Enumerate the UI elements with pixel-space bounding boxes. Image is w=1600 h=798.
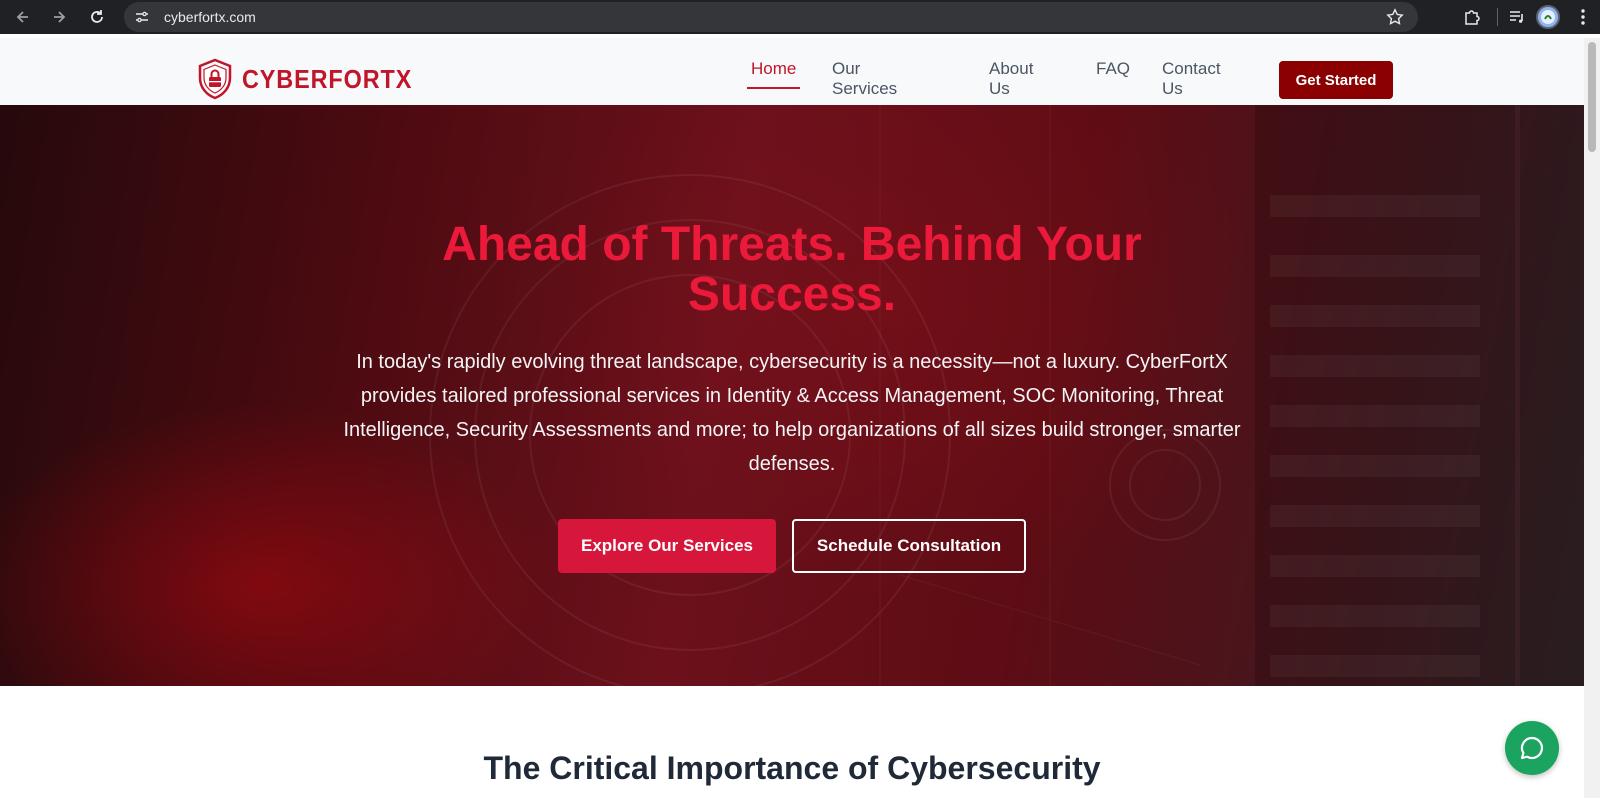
- reload-icon: [91, 10, 103, 23]
- toolbar-actions: [1461, 0, 1600, 34]
- media-button[interactable]: [1506, 6, 1528, 28]
- url-text[interactable]: cyberfortx.com: [164, 9, 256, 25]
- forward-button[interactable]: [48, 6, 70, 28]
- chat-bubble-icon: [1520, 736, 1544, 760]
- schedule-consultation-button[interactable]: Schedule Consultation: [792, 519, 1026, 573]
- nav-link-about-us[interactable]: About Us: [989, 59, 1033, 99]
- browser-toolbar: cyberfortx.com: [0, 0, 1600, 34]
- page-scrollbar[interactable]: [1584, 38, 1600, 798]
- chat-widget-button[interactable]: [1505, 721, 1559, 775]
- extensions-button[interactable]: [1461, 6, 1483, 28]
- hero-title-line-2: Success.: [687, 268, 897, 321]
- hero-title: Ahead of Threats. Behind Your Success.: [0, 220, 1584, 320]
- hero-subtitle: In today's rapidly evolving threat lands…: [343, 351, 1241, 475]
- back-button[interactable]: [12, 6, 34, 28]
- nav-link-label: Our Services: [832, 59, 898, 98]
- site-logo[interactable]: CYBERFORTX: [196, 58, 431, 100]
- kebab-menu-icon: [1581, 9, 1585, 25]
- browser-menu-button[interactable]: [1572, 6, 1594, 28]
- nav-link-home[interactable]: Home: [746, 59, 801, 89]
- logo-wordmark: CYBERFORTX: [242, 63, 413, 94]
- nav-link-faq[interactable]: FAQ: [1096, 59, 1130, 79]
- profile-icon: [1541, 10, 1555, 24]
- reload-button[interactable]: [86, 6, 108, 28]
- section-title: The Critical Importance of Cybersecurity: [483, 750, 1101, 786]
- arrow-right-icon: [54, 11, 66, 23]
- bookmark-button[interactable]: [1386, 8, 1404, 31]
- hero-title-line-1: Ahead of Threats. Behind Your: [442, 218, 1142, 271]
- shield-lock-icon: [198, 58, 232, 100]
- scrollbar-thumb[interactable]: [1588, 42, 1596, 152]
- puzzle-icon: [1465, 10, 1480, 25]
- star-icon: [1386, 8, 1404, 25]
- toolbar-divider: [1497, 8, 1498, 26]
- explore-services-button[interactable]: Explore Our Services: [558, 519, 776, 573]
- tune-icon: [136, 11, 148, 23]
- address-bar[interactable]: cyberfortx.com: [124, 2, 1418, 32]
- site-info-button[interactable]: [132, 7, 152, 27]
- profile-avatar[interactable]: [1536, 5, 1560, 29]
- nav-link-contact-us[interactable]: Contact Us: [1162, 59, 1221, 99]
- site-navbar: CYBERFORTX Home Our Services About Us FA…: [0, 38, 1584, 114]
- get-started-button[interactable]: Get Started: [1279, 61, 1393, 99]
- playlist-icon: [1510, 11, 1523, 23]
- arrow-left-icon: [16, 11, 28, 23]
- page-viewport: CYBERFORTX Home Our Services About Us FA…: [0, 38, 1584, 798]
- hero-section: Ahead of Threats. Behind Your Success. I…: [0, 105, 1584, 686]
